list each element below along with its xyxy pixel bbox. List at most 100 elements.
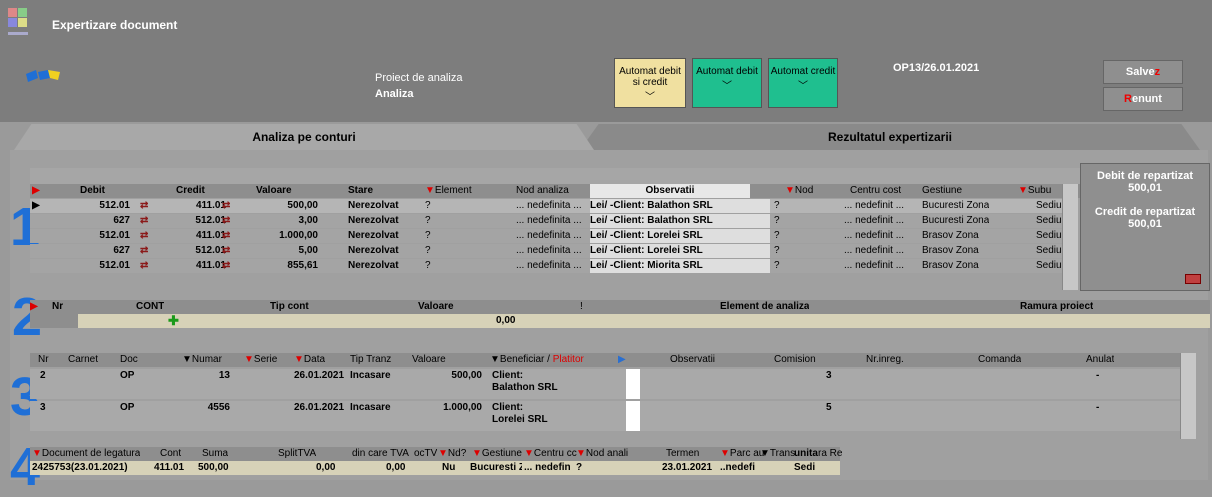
col-valoare[interactable]: Valoare [256,184,292,198]
expand-icon[interactable]: ▶ [618,353,626,367]
col-cont[interactable]: CONT [136,300,164,314]
row-selector[interactable] [30,314,78,328]
col-gestiune[interactable]: ▼Gestiune [472,447,522,461]
table-row[interactable]: 3 OP 4556 26.01.2021 Incasare 1.000,00 Client:… [30,401,1180,431]
debit-lookup-icon[interactable]: ⇄ [140,259,148,273]
col-din-care-tva[interactable]: din care TVA [352,447,409,461]
split-value: 0,00 [316,462,336,473]
table-row[interactable]: 512.01 411.01 1.000,00 Nerezolvat? ... nedef… [30,229,1069,243]
credit-lookup-icon[interactable]: ⇄ [222,199,230,213]
col-split-tva[interactable]: SplitTVA [278,447,316,461]
col-ra-re[interactable]: ra Re [818,447,842,461]
grid1-element: ? [425,215,431,226]
col-doc[interactable]: Doc [120,353,138,367]
doc-legatura-value: 2425753(23.01.2021) [32,462,128,473]
col-nd[interactable]: ▼Nd? [438,447,466,461]
col-tip-cont[interactable]: Tip cont [270,300,309,314]
col-tip-tranz[interactable]: Tip Tranz [350,353,391,367]
minus-icon[interactable] [1185,274,1201,284]
col-observatii[interactable]: Observatii [590,184,750,198]
col-nod[interactable]: ▼Nod [785,184,813,198]
grid4-row[interactable]: 2425753(23.01.2021) 411.01 500,00 0,00 0… [30,461,840,475]
tab-rezultat[interactable]: Rezultatul expertizarii [580,124,1200,150]
tab-analiza[interactable]: Analiza pe conturi [14,124,594,150]
project-value[interactable]: Analiza [375,88,414,100]
credit-lookup-icon[interactable]: ⇄ [222,214,230,228]
col-element-analiza[interactable]: Element de analiza [720,300,809,314]
col-numar[interactable]: ▼Numar [182,353,222,367]
col-anulat[interactable]: Anulat [1086,353,1114,367]
auto-debit-credit-button[interactable]: Automat debit si credit ﹀ [614,58,686,108]
col-debit[interactable]: Debit [80,184,105,198]
col-termen[interactable]: Termen [666,447,699,461]
col-gestiune[interactable]: Gestiune [922,184,962,198]
col-nr[interactable]: Nr [52,300,63,314]
col-nod-analiza[interactable]: Nod analiza [516,184,569,198]
grid1-gestiune: Brasov Zona [922,230,979,241]
debit-lookup-icon[interactable]: ⇄ [140,214,148,228]
col-valoare[interactable]: Valoare [418,300,454,314]
cancel-button[interactable]: Renunt [1103,87,1183,111]
grid1-credit: 411.01 [195,200,226,211]
col-subu[interactable]: ▼Subu [1018,184,1051,198]
op-reference: OP13/26.01.2021 [893,62,980,74]
grid1-valoare: 855,61 [287,260,318,271]
grid1-debit: 512.01 [99,200,130,211]
termen-value: 23.01.2021 [662,462,713,473]
credit-lookup-icon[interactable]: ⇄ [222,259,230,273]
col-stare[interactable]: Stare [348,184,373,198]
col-observatii[interactable]: Observatii [670,353,715,367]
credit-lookup-icon[interactable]: ⇄ [222,244,230,258]
col-nr[interactable]: Nr [38,353,49,367]
table-row[interactable]: 627 512.01 5,00 Nerezolvat? ... nedefinita .… [30,244,1069,258]
col-doc-legatura[interactable]: ▼Document de legatura [32,447,140,461]
col-credit[interactable]: Credit [176,184,205,198]
grid1-observatii: Lei/ -Client: Balathon SRL [590,199,770,213]
col-valoare[interactable]: Valoare [412,353,446,367]
col-unita[interactable]: unita [794,447,818,461]
debit-lookup-icon[interactable]: ⇄ [140,199,148,213]
grid4-header: ▼Document de legatura Cont Suma SplitTVA… [30,447,842,461]
grid2-row[interactable]: ✚ 0,00 [30,314,1210,328]
col-element[interactable]: ▼Element [425,184,472,198]
col-nod[interactable]: ▼Nod anali [576,447,628,461]
credit-repartizat-label: Credit de repartizat [1094,206,1196,218]
grid1-scrollbar[interactable] [1062,184,1078,290]
toolbar [0,56,1212,122]
credit-lookup-icon[interactable]: ⇄ [222,229,230,243]
col-parc[interactable]: ▼Parc au [720,447,764,461]
table-row[interactable]: 2 OP 13 26.01.2021 Incasare 500,00 Client: Bala… [30,369,1180,399]
col-centru[interactable]: ▼Centru cc [524,447,577,461]
debit-lookup-icon[interactable]: ⇄ [140,244,148,258]
col-octv[interactable]: ocTV [414,447,437,461]
app-logo [26,70,60,85]
col-cont[interactable]: Cont [160,447,181,461]
col-nr-inreg[interactable]: Nr.inreg. [866,353,904,367]
col-comision[interactable]: Comision [774,353,816,367]
col-centru-cost[interactable]: Centru cost [850,184,901,198]
col-ramura-proiect[interactable]: Ramura proiect [1020,300,1093,314]
grid1-debit: 627 [113,215,130,226]
grid1-element: ? [425,230,431,241]
col-beneficiar[interactable]: ▼Beneficiar / Platitor [490,353,584,367]
observatii-field[interactable] [626,401,640,431]
col-serie[interactable]: ▼Serie [244,353,277,367]
table-row[interactable]: 512.01 411.01 855,61 Nerezolvat? ... nedefin… [30,259,1069,273]
col-trans[interactable]: ▼Trans [760,447,795,461]
grid1-centru: ... nedefinit ... [844,230,905,241]
col-data[interactable]: ▼Data [294,353,325,367]
col-carnet[interactable]: Carnet [68,353,98,367]
save-button[interactable]: Salvez [1103,60,1183,84]
observatii-field[interactable] [626,369,640,399]
debit-lookup-icon[interactable]: ⇄ [140,229,148,243]
col-suma[interactable]: Suma [202,447,228,461]
col-flag[interactable]: ! [580,300,583,314]
grid1-stare: Nerezolvat [348,215,399,226]
add-icon[interactable]: ✚ [168,314,179,328]
col-comanda[interactable]: Comanda [978,353,1021,367]
table-row[interactable]: ▶ 512.01 411.01 500,00 Nerezolvat? ... nedefi… [30,199,1069,213]
grid3-scrollbar[interactable] [1180,353,1196,439]
auto-debit-button[interactable]: Automat debit ﹀ [692,58,762,108]
auto-credit-button[interactable]: Automat credit ﹀ [768,58,838,108]
table-row[interactable]: 627 512.01 3,00 Nerezolvat? ... nedefinita .… [30,214,1069,228]
